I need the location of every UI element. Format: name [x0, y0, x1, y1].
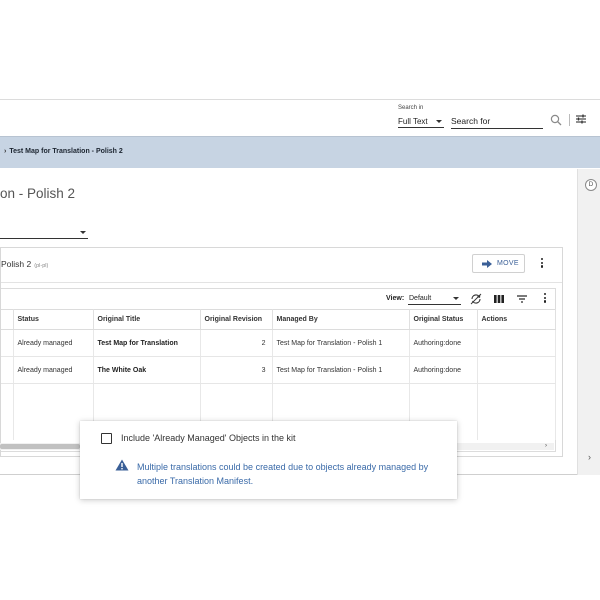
language-title: Polish 2 (pl-pl)	[1, 259, 48, 269]
top-bar: Search in Full Text	[0, 100, 600, 136]
cell-status: Already managed	[13, 329, 94, 357]
app-window: Search in Full Text ›Test Map for Transl…	[0, 99, 600, 475]
scrollbar-thumb[interactable]	[0, 444, 80, 449]
view-label: View:	[386, 295, 405, 302]
breadcrumb-bar: › Test Map for Translation - Polish 2	[0, 136, 600, 168]
arrow-right-icon	[482, 260, 492, 268]
chevron-down-icon	[80, 231, 86, 234]
table-row[interactable]: Already managed Test Map for Translation…	[1, 329, 556, 357]
more-options-icon[interactable]	[540, 258, 544, 270]
column-header-status[interactable]: Status	[13, 309, 94, 330]
language-select[interactable]	[0, 227, 88, 239]
card-header: Polish 2 (pl-pl) MOVE	[1, 248, 562, 283]
chevron-down-icon	[436, 120, 442, 123]
move-button[interactable]: MOVE	[472, 254, 525, 273]
chevron-right-icon[interactable]: ›	[588, 452, 591, 462]
cell-managed-by: Test Map for Translation - Polish 1	[272, 329, 410, 357]
cell-original-revision: 3	[200, 356, 273, 384]
view-value: Default	[409, 295, 432, 302]
cell-managed-by: Test Map for Translation - Polish 1	[272, 356, 410, 384]
cell-original-revision: 2	[200, 329, 273, 357]
breadcrumb-current: Test Map for Translation - Polish 2	[9, 148, 123, 155]
search-input[interactable]	[451, 114, 543, 129]
column-header-managed-by[interactable]: Managed By	[272, 309, 410, 330]
language-code: (pl-pl)	[34, 263, 49, 269]
filter-icon[interactable]	[516, 293, 528, 305]
column-header-original-revision[interactable]: Original Revision	[200, 309, 273, 330]
warning-icon	[115, 459, 129, 471]
cell-status: Already managed	[13, 356, 94, 384]
filter-settings-icon[interactable]	[575, 113, 587, 125]
grid-more-options-icon[interactable]	[543, 293, 547, 305]
search-icon[interactable]	[550, 114, 562, 126]
row-select-cell[interactable]	[1, 329, 14, 357]
search-in-select[interactable]: Full Text	[398, 114, 444, 128]
column-header[interactable]	[1, 309, 14, 330]
cell-original-status: Authoring:done	[409, 329, 478, 357]
rail-badge[interactable]: D	[585, 179, 597, 191]
chevron-right-icon: ›	[4, 148, 7, 155]
column-header-original-status[interactable]: Original Status	[409, 309, 478, 330]
objects-table: Status Original Title Original Revision …	[1, 309, 556, 440]
view-select[interactable]: Default	[408, 293, 461, 305]
include-managed-checkbox[interactable]	[101, 433, 112, 444]
columns-icon[interactable]	[493, 293, 505, 305]
breadcrumb: › Test Map for Translation - Polish 2	[4, 148, 123, 155]
page-title: on - Polish 2	[0, 186, 76, 201]
divider	[569, 114, 570, 126]
column-header-actions[interactable]: Actions	[477, 309, 556, 330]
grid-toolbar: View: Default	[1, 289, 555, 309]
table-row[interactable]: Already managed The White Oak 3 Test Map…	[1, 356, 556, 384]
cell-original-status: Authoring:done	[409, 356, 478, 384]
include-managed-callout: Include 'Already Managed' Objects in the…	[80, 421, 457, 499]
language-name: Polish 2	[1, 259, 32, 269]
cell-actions[interactable]	[477, 356, 556, 384]
cell-original-title[interactable]: The White Oak	[93, 356, 201, 384]
table-header-row: Status Original Title Original Revision …	[1, 309, 556, 330]
refresh-view-icon[interactable]	[470, 293, 482, 305]
move-button-label: MOVE	[497, 260, 519, 267]
chevron-down-icon	[453, 297, 459, 300]
cell-original-title[interactable]: Test Map for Translation	[93, 329, 201, 357]
scroll-right-icon[interactable]: ›	[545, 443, 547, 450]
row-select-cell[interactable]	[1, 356, 14, 384]
warning-message: Multiple translations could be created d…	[137, 462, 429, 486]
right-rail	[577, 169, 600, 475]
search-in-label: Search in	[398, 105, 424, 111]
cell-actions[interactable]	[477, 329, 556, 357]
include-managed-label[interactable]: Include 'Already Managed' Objects in the…	[121, 433, 296, 443]
search-in-value: Full Text	[398, 117, 428, 126]
column-header-original-title[interactable]: Original Title	[93, 309, 201, 330]
